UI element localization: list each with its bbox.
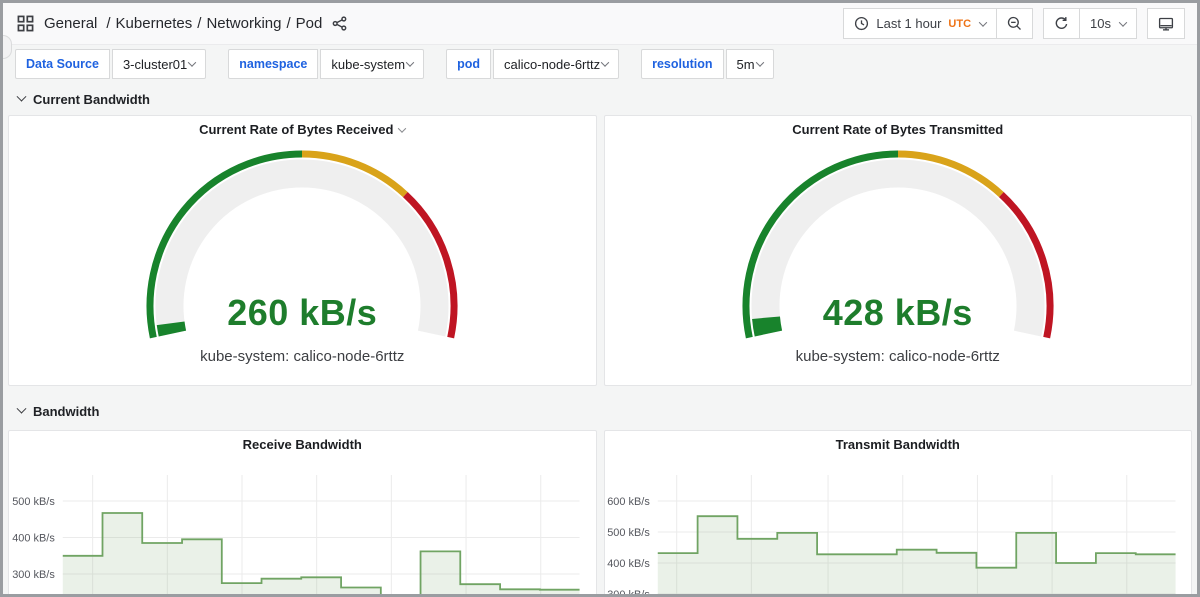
breadcrumb-folder[interactable]: General xyxy=(44,15,97,32)
dashboard: Current Bandwidth Current Rate of Bytes … xyxy=(3,88,1197,597)
variable-datasource-select[interactable]: 3-cluster01 xyxy=(112,49,206,79)
receive-bandwidth-chart[interactable]: 500 kB/s400 kB/s300 kB/s200 kB/s xyxy=(9,458,596,597)
svg-text:300 kB/s: 300 kB/s xyxy=(607,589,650,597)
variable-label: Data Source xyxy=(15,49,110,79)
kiosk-mode-button[interactable] xyxy=(1147,8,1185,39)
breadcrumb-separator: / xyxy=(106,15,110,32)
variable-pod: pod calico-node-6rttz xyxy=(446,49,619,79)
gauge-series-label: kube-system: calico-node-6rttz xyxy=(605,348,1192,365)
variable-pod-select[interactable]: calico-node-6rttz xyxy=(493,49,619,79)
svg-text:500 kB/s: 500 kB/s xyxy=(12,496,55,508)
time-range-picker[interactable]: Last 1 hour UTC xyxy=(843,8,997,39)
timezone-label: UTC xyxy=(948,18,971,30)
transmit-bandwidth-chart[interactable]: 600 kB/s500 kB/s400 kB/s300 kB/s200 kB/s xyxy=(605,458,1192,597)
panel-bytes-transmitted: Current Rate of Bytes Transmitted 428 kB… xyxy=(604,115,1193,386)
breadcrumb: General / Kubernetes / Networking / Pod xyxy=(44,15,322,32)
variable-resolution-select[interactable]: 5m xyxy=(726,49,774,79)
section-title: Bandwidth xyxy=(33,404,99,419)
chevron-down-icon xyxy=(979,18,987,26)
breadcrumb-item[interactable]: Kubernetes xyxy=(116,15,193,32)
chart-row: Receive Bandwidth 500 kB/s 400 kB/s 300 kB… xyxy=(8,430,1192,597)
gauge-value: 428 kB/s xyxy=(605,292,1192,334)
svg-text:400 kB/s: 400 kB/s xyxy=(12,532,55,544)
variable-label: resolution xyxy=(641,49,723,79)
chevron-down-icon xyxy=(188,58,196,66)
panel-receive-bandwidth: Receive Bandwidth 500 kB/s 400 kB/s 300 kB… xyxy=(8,430,597,597)
time-range-label: Last 1 hour xyxy=(876,16,941,31)
breadcrumb-item[interactable]: Networking xyxy=(206,15,281,32)
svg-text:500 kB/s: 500 kB/s xyxy=(607,527,650,539)
variable-resolution: resolution 5m xyxy=(641,49,773,79)
apps-icon[interactable] xyxy=(17,15,34,32)
refresh-interval-picker[interactable]: 10s xyxy=(1080,8,1137,39)
chevron-down-icon xyxy=(17,403,27,413)
panel-title[interactable]: Transmit Bandwidth xyxy=(605,431,1192,458)
variables-row: Data Source 3-cluster01 namespace kube-s… xyxy=(3,45,1197,82)
monitor-icon xyxy=(1158,16,1174,32)
share-icon[interactable] xyxy=(332,16,347,31)
refresh-interval-label: 10s xyxy=(1090,16,1111,31)
zoom-out-button[interactable] xyxy=(997,8,1033,39)
section-title: Current Bandwidth xyxy=(33,92,150,107)
chevron-down-icon xyxy=(406,58,414,66)
svg-text:600 kB/s: 600 kB/s xyxy=(607,496,650,508)
section-current-bandwidth[interactable]: Current Bandwidth xyxy=(8,88,1192,110)
chevron-down-icon xyxy=(17,91,27,101)
breadcrumb-separator: / xyxy=(197,15,201,32)
panel-title[interactable]: Receive Bandwidth xyxy=(9,431,596,458)
variable-namespace: namespace kube-system xyxy=(228,49,424,79)
panel-transmit-bandwidth: Transmit Bandwidth 600 kB/s 500 kB/s 400 k… xyxy=(604,430,1193,597)
svg-text:400 kB/s: 400 kB/s xyxy=(607,558,650,570)
breadcrumb-item[interactable]: Pod xyxy=(296,15,323,32)
gauge-value: 260 kB/s xyxy=(9,292,596,334)
variable-datasource: Data Source 3-cluster01 xyxy=(15,49,206,79)
panel-bytes-received: Current Rate of Bytes Received 260 kB/s … xyxy=(8,115,597,386)
chevron-down-icon xyxy=(1119,18,1127,26)
clock-icon xyxy=(854,16,869,31)
chevron-down-icon xyxy=(601,58,609,66)
chevron-down-icon xyxy=(398,124,406,132)
section-bandwidth[interactable]: Bandwidth xyxy=(8,400,1192,422)
chevron-down-icon xyxy=(755,58,763,66)
app-window: General / Kubernetes / Networking / Pod xyxy=(0,0,1200,597)
variable-label: pod xyxy=(446,49,491,79)
gauge-series-label: kube-system: calico-node-6rttz xyxy=(9,348,596,365)
gauge-row: Current Rate of Bytes Received 260 kB/s … xyxy=(8,115,1192,386)
navbar: General / Kubernetes / Networking / Pod xyxy=(3,3,1197,45)
svg-text:300 kB/s: 300 kB/s xyxy=(12,569,55,581)
variable-label: namespace xyxy=(228,49,318,79)
variable-namespace-select[interactable]: kube-system xyxy=(320,49,424,79)
breadcrumb-separator: / xyxy=(286,15,290,32)
refresh-button[interactable] xyxy=(1043,8,1080,39)
